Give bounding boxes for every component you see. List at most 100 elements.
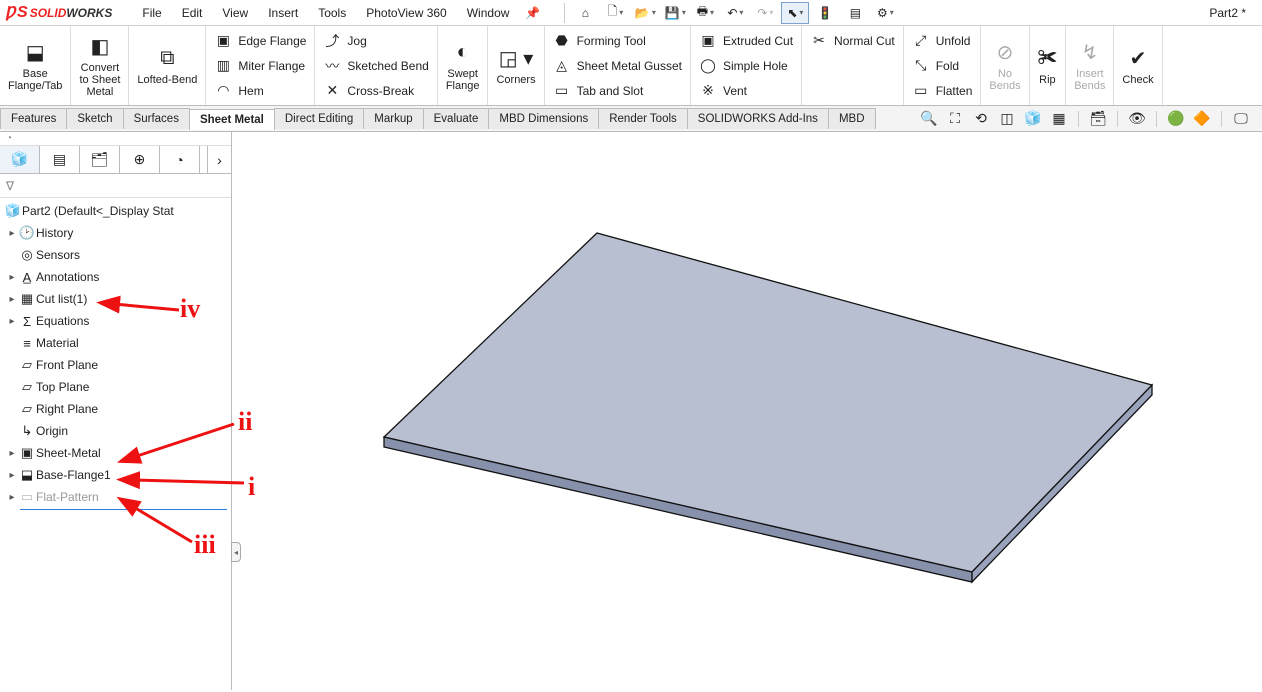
cmtab-render-tools[interactable]: Render Tools	[598, 108, 688, 129]
miter-flange[interactable]: ▥Miter Flange	[212, 53, 308, 78]
new-icon[interactable]: 🗋	[601, 2, 629, 24]
tree-right-plane[interactable]: ▱Right Plane	[0, 398, 231, 420]
sketched-bend-icon: 〰	[323, 56, 341, 76]
rebuild-icon[interactable]: 🚦	[811, 2, 839, 24]
tab-and-slot[interactable]: ▭Tab and Slot	[551, 78, 684, 103]
filter-icon[interactable]: ∇	[0, 174, 231, 198]
base-flange-tab[interactable]: ⬓BaseFlange/Tab	[0, 26, 71, 105]
apply-scene-icon[interactable]: 🟢	[1165, 109, 1187, 129]
cross-break[interactable]: ✕Cross-Break	[321, 78, 430, 103]
menu-tools[interactable]: Tools	[308, 2, 356, 24]
model-view[interactable]	[372, 212, 1172, 642]
feature-manager-tab[interactable]: 🧊	[0, 146, 40, 173]
flatten-icon: ▭	[912, 82, 930, 99]
check[interactable]: ✔Check	[1114, 26, 1162, 105]
cmtab-sketch[interactable]: Sketch	[66, 108, 123, 129]
unfold[interactable]: ⤢Unfold	[910, 28, 975, 53]
settings-icon[interactable]: ⚙	[871, 2, 899, 24]
flat-pattern-label: Flat-Pattern	[36, 490, 99, 504]
top-plane-label: Top Plane	[36, 380, 89, 394]
cmtab-direct-editing[interactable]: Direct Editing	[274, 108, 364, 129]
annotation-iv: iv	[180, 294, 200, 324]
tree-base-flange1[interactable]: ▸⬓Base-Flange1	[0, 464, 231, 486]
render-icon[interactable]: 🔶	[1191, 109, 1213, 129]
tree-top-plane[interactable]: ▱Top Plane	[0, 376, 231, 398]
tree-sensors[interactable]: ◎Sensors	[0, 244, 231, 266]
menu-window[interactable]: Window	[457, 2, 520, 24]
lofted-bend[interactable]: ⧉Lofted-Bend	[129, 26, 206, 105]
edge-flange[interactable]: ▣Edge Flange	[212, 28, 308, 53]
view-settings-icon[interactable]: 🖵	[1230, 109, 1252, 129]
save-icon[interactable]: 💾	[661, 2, 689, 24]
menu-edit[interactable]: Edit	[172, 2, 213, 24]
fold[interactable]: ⤡Fold	[910, 53, 975, 78]
menu-insert[interactable]: Insert	[258, 2, 308, 24]
rip-icon: ✀	[1038, 46, 1058, 72]
extruded-cut[interactable]: ▣Extruded Cut	[697, 28, 795, 53]
cmtab-solidworks-add-ins[interactable]: SOLIDWORKS Add-Ins	[687, 108, 829, 129]
tree-history[interactable]: ▸🕑History	[0, 222, 231, 244]
tree-material[interactable]: ≡Material	[0, 332, 231, 354]
sheet-metal-gusset[interactable]: ◬Sheet Metal Gusset	[551, 53, 684, 78]
jog[interactable]: ⤴Jog	[321, 28, 430, 53]
app-logo: ǷS SOLIDWORKS	[6, 4, 112, 22]
lofted-bend-icon: ⧉	[160, 46, 174, 72]
tree-flat-pattern[interactable]: ▸▭Flat-Pattern	[0, 486, 231, 508]
tree-root[interactable]: 🧊Part2 (Default<_Display Stat	[0, 200, 231, 222]
zoom-area-icon[interactable]: ⛶	[944, 109, 966, 129]
tree-sheet-metal[interactable]: ▸▣Sheet-Metal	[0, 442, 231, 464]
display-style-icon[interactable]: ▦	[1048, 109, 1070, 129]
cmtab-markup[interactable]: Markup	[363, 108, 423, 129]
fm-tabs-overflow[interactable]: ›	[207, 146, 231, 173]
print-icon[interactable]: 🖶	[691, 2, 719, 24]
sensors-label: Sensors	[36, 248, 80, 262]
cmtab-sheet-metal[interactable]: Sheet Metal	[189, 109, 275, 130]
collapse-panel-handle[interactable]: ◂	[231, 542, 241, 562]
convert-to-sheet-metal[interactable]: ◧Convertto SheetMetal	[71, 26, 129, 105]
prev-view-icon[interactable]: ⟲	[970, 109, 992, 129]
cmtab-surfaces[interactable]: Surfaces	[123, 108, 190, 129]
cmtab-evaluate[interactable]: Evaluate	[423, 108, 490, 129]
menu-photoview-360[interactable]: PhotoView 360	[356, 2, 457, 24]
normal-cut-icon: ✂	[810, 32, 828, 49]
menu-view[interactable]: View	[212, 2, 258, 24]
home-icon[interactable]: ⌂	[571, 2, 599, 24]
flatten[interactable]: ▭Flatten	[910, 78, 975, 103]
display-manager-tab[interactable]: ◔	[160, 146, 200, 173]
open-icon[interactable]: 📂	[631, 2, 659, 24]
insert-bends: ↯InsertBends	[1066, 26, 1114, 105]
view-orient-icon[interactable]: 🧊	[1022, 109, 1044, 129]
no-bends-icon: ⊘	[997, 40, 1014, 66]
graphics-area[interactable]: ◂ iv ii i iii	[232, 132, 1262, 690]
cmtab-features[interactable]: Features	[0, 108, 67, 129]
forming-tool[interactable]: ⬣Forming Tool	[551, 28, 684, 53]
annotation-ii: ii	[238, 407, 252, 437]
menu-file[interactable]: File	[132, 2, 171, 24]
sketched-bend[interactable]: 〰Sketched Bend	[321, 53, 430, 78]
tree-front-plane[interactable]: ▱Front Plane	[0, 354, 231, 376]
simple-hole[interactable]: ◯Simple Hole	[697, 53, 795, 78]
normal-cut[interactable]: ✂Normal Cut	[808, 28, 897, 53]
options-list-icon[interactable]: ▤	[841, 2, 869, 24]
edit-appearance-icon[interactable]: 👁	[1126, 109, 1148, 129]
vent[interactable]: ※Vent	[697, 78, 795, 103]
miter-flange-icon: ▥	[214, 57, 232, 74]
property-manager-tab[interactable]: ▤	[40, 146, 80, 173]
config-manager-tab[interactable]: 🗂	[80, 146, 120, 173]
hem[interactable]: ◠Hem	[212, 78, 308, 103]
dimxpert-tab[interactable]: ⊕	[120, 146, 160, 173]
hide-show-icon[interactable]: 🗃	[1087, 109, 1109, 129]
corners[interactable]: ◲ ▾Corners	[488, 26, 544, 105]
undo-icon[interactable]: ↶	[721, 2, 749, 24]
pin-menu-icon[interactable]: 📌	[525, 6, 540, 20]
redo-icon[interactable]: ↷	[751, 2, 779, 24]
cmtab-mbd[interactable]: MBD	[828, 108, 876, 129]
zoom-fit-icon[interactable]: 🔍	[918, 109, 940, 129]
tree-annotations[interactable]: ▸A̲Annotations	[0, 266, 231, 288]
cmtab-mbd-dimensions[interactable]: MBD Dimensions	[488, 108, 599, 129]
tree-origin[interactable]: ↳Origin	[0, 420, 231, 442]
select-icon[interactable]: ⬉	[781, 2, 809, 24]
section-view-icon[interactable]: ◫	[996, 109, 1018, 129]
rip[interactable]: ✀Rip	[1030, 26, 1067, 105]
swept-flange[interactable]: ◐SweptFlange	[438, 26, 489, 105]
